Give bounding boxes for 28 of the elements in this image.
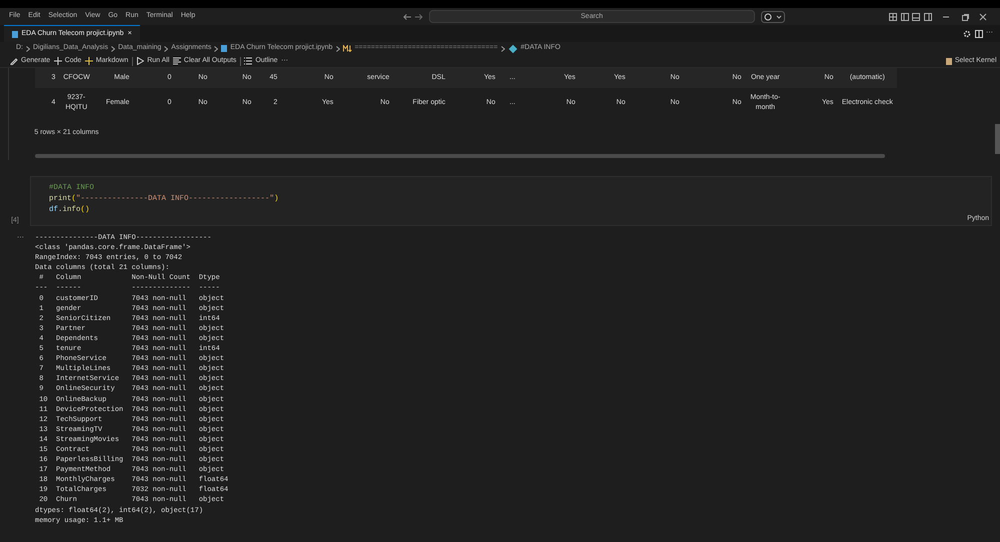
sidebar-toggle-icon[interactable] bbox=[900, 12, 908, 20]
plus-icon bbox=[54, 57, 62, 65]
cell-icon bbox=[508, 44, 517, 53]
horizontal-scrollbar[interactable] bbox=[35, 154, 886, 158]
run-icon bbox=[136, 57, 144, 65]
back-arrow-icon[interactable] bbox=[403, 14, 412, 20]
panel-toggle-icon[interactable] bbox=[912, 12, 920, 20]
vertical-scrollbar[interactable] bbox=[995, 124, 1000, 154]
layout-icon[interactable] bbox=[889, 12, 897, 20]
forward-arrow-icon[interactable] bbox=[414, 14, 423, 20]
chevron-icon bbox=[164, 46, 168, 52]
chevron-icon bbox=[26, 46, 30, 52]
pencil-icon bbox=[10, 57, 18, 65]
chevron-icon bbox=[336, 46, 340, 52]
chevron-icon bbox=[500, 46, 505, 52]
markdown-icon bbox=[342, 45, 352, 52]
close-icon[interactable] bbox=[979, 12, 987, 20]
chevron-icon bbox=[214, 46, 218, 52]
secondary-sidebar-icon[interactable] bbox=[924, 12, 932, 20]
clear-icon bbox=[172, 57, 181, 65]
notebook-file-icon bbox=[12, 30, 18, 38]
outline-icon bbox=[244, 57, 252, 65]
restore-icon[interactable] bbox=[960, 12, 968, 20]
settings-icon[interactable] bbox=[963, 30, 971, 38]
notebook-file-icon bbox=[221, 45, 228, 52]
chevron-icon bbox=[111, 46, 116, 52]
split-editor-icon[interactable] bbox=[974, 30, 982, 38]
plus-icon bbox=[84, 57, 93, 65]
